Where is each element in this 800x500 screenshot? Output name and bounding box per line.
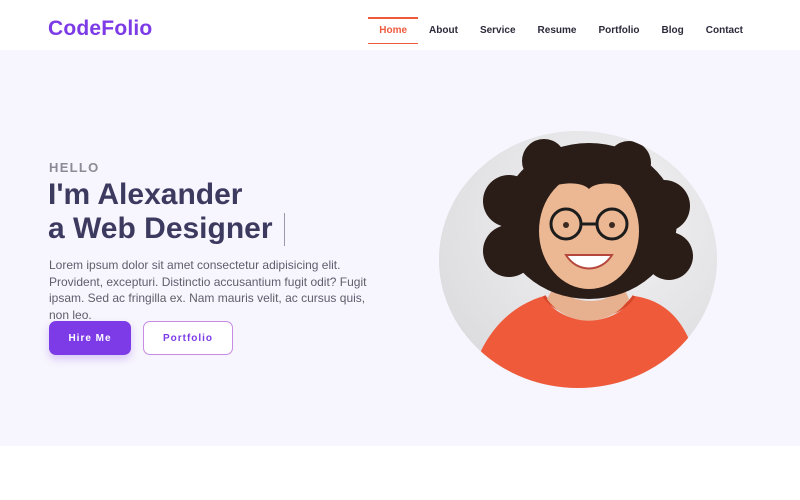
headline-role: Web Designer (73, 212, 273, 245)
headline-greeting: I'm (48, 178, 91, 211)
headline-article: a (48, 212, 65, 245)
nav-contact[interactable]: Contact (695, 17, 754, 44)
typing-cursor (283, 212, 285, 246)
nav-portfolio[interactable]: Portfolio (587, 17, 650, 44)
headline-line-2: a Web Designer (48, 212, 285, 246)
nav-service[interactable]: Service (469, 17, 527, 44)
hero-description: Lorem ipsum dolor sit amet consectetur a… (49, 258, 367, 322)
portfolio-button[interactable]: Portfolio (143, 321, 233, 355)
hero-eyebrow: HELLO (49, 160, 100, 175)
logo[interactable]: CodeFolio (48, 17, 152, 41)
headline-name: Alexander (97, 178, 243, 211)
hero-headline: I'm Alexander a Web Designer (48, 178, 285, 246)
person-photo-icon (439, 131, 717, 388)
site-header: CodeFolio Home About Service Resume Port… (0, 0, 800, 50)
main-nav: Home About Service Resume Portfolio Blog… (368, 17, 754, 44)
nav-resume[interactable]: Resume (527, 17, 588, 44)
nav-home[interactable]: Home (368, 17, 418, 44)
portrait-photo (439, 131, 717, 388)
headline-line-1: I'm Alexander (48, 178, 285, 212)
hire-me-button[interactable]: Hire Me (49, 321, 131, 355)
nav-about[interactable]: About (418, 17, 469, 44)
nav-blog[interactable]: Blog (651, 17, 695, 44)
